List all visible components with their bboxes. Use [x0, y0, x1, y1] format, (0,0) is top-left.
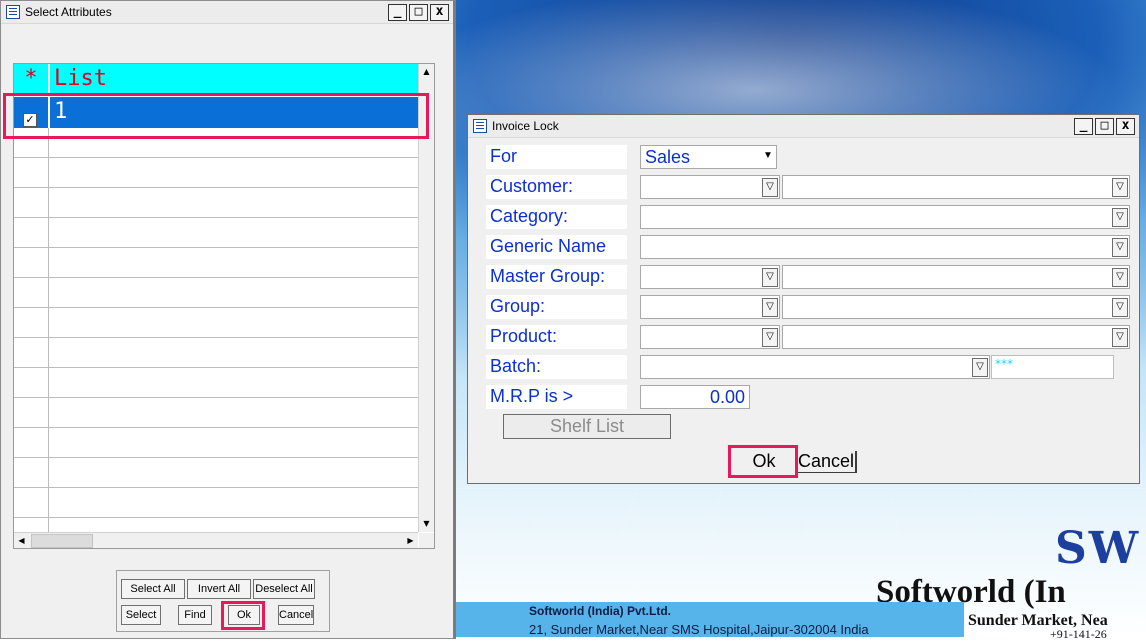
maximize-button[interactable]: □ — [1095, 118, 1114, 135]
chevron-down-icon[interactable]: ▽ — [1112, 268, 1128, 287]
grid-row-line — [14, 187, 418, 188]
grid-row-line — [14, 307, 418, 308]
status-address: 21, Sunder Market,Near SMS Hospital,Jaip… — [529, 622, 869, 637]
select-all-button[interactable]: Select All — [121, 579, 185, 599]
category-select[interactable]: ▽ — [640, 205, 1130, 229]
product-name-select[interactable]: ▽ — [782, 325, 1130, 349]
master-group-code-select[interactable]: ▽ — [640, 265, 780, 289]
row-highlight-box — [3, 93, 429, 139]
cancel-button[interactable]: Cancel — [278, 605, 314, 625]
cancel-button[interactable]: Cancel — [797, 451, 857, 473]
invoice-lock-titlebar[interactable]: Invoice Lock _ □ x — [468, 115, 1139, 138]
invert-all-button[interactable]: Invert All — [187, 579, 251, 599]
for-label: For — [486, 145, 627, 169]
chevron-down-icon[interactable]: ▽ — [1112, 238, 1128, 257]
group-name-select[interactable]: ▽ — [782, 295, 1130, 319]
chevron-down-icon[interactable]: ▽ — [1112, 298, 1128, 317]
invoice-lock-window: Invoice Lock _ □ x For Sales ▼ Customer:… — [467, 114, 1140, 484]
mrp-label: M.R.P is > — [486, 385, 627, 409]
ok-highlight-box — [728, 445, 798, 478]
horizontal-scrollbar[interactable]: ◀ ▶ — [14, 532, 418, 548]
minimize-button[interactable]: _ — [1074, 118, 1093, 135]
group-code-select[interactable]: ▽ — [640, 295, 780, 319]
generic-name-select[interactable]: ▽ — [640, 235, 1130, 259]
grid-row-line — [14, 487, 418, 488]
chevron-down-icon[interactable]: ▽ — [762, 268, 778, 287]
window-menu-icon[interactable] — [473, 119, 487, 133]
customer-name-select[interactable]: ▽ — [782, 175, 1130, 199]
master-group-label: Master Group: — [486, 265, 627, 289]
customer-label: Customer: — [486, 175, 627, 199]
brand-phone: +91-141-26 — [1050, 627, 1107, 641]
batch-label: Batch: — [486, 355, 627, 379]
chevron-down-icon[interactable]: ▽ — [762, 298, 778, 317]
grid-header-marker[interactable]: * — [14, 64, 50, 95]
grid-header-list[interactable]: List — [50, 64, 418, 95]
deselect-all-button[interactable]: Deselect All — [253, 579, 315, 599]
grid-row-line — [14, 157, 418, 158]
scroll-right-icon[interactable]: ▶ — [403, 533, 418, 548]
for-select-value: Sales — [645, 147, 691, 167]
customer-code-select[interactable]: ▽ — [640, 175, 780, 199]
select-button[interactable]: Select — [121, 605, 161, 625]
batch-select[interactable]: ▽ — [640, 355, 990, 379]
chevron-down-icon[interactable]: ▼ — [761, 148, 775, 165]
find-button[interactable]: Find — [178, 605, 212, 625]
status-company: Softworld (India) Pvt.Ltd. — [529, 604, 671, 618]
grid-row-line — [14, 367, 418, 368]
chevron-down-icon[interactable]: ▽ — [762, 328, 778, 347]
batch-info-field: *** — [991, 355, 1114, 379]
select-attributes-window: Select Attributes _ □ x * List ✓ 1 ▲ ▼ ◀… — [0, 0, 456, 639]
grid-row-line — [14, 337, 418, 338]
window-title: Invoice Lock — [492, 119, 559, 133]
for-select[interactable]: Sales ▼ — [640, 145, 777, 169]
product-code-select[interactable]: ▽ — [640, 325, 780, 349]
chevron-down-icon[interactable]: ▽ — [1112, 178, 1128, 197]
scroll-thumb[interactable] — [31, 534, 93, 548]
chevron-down-icon[interactable]: ▽ — [972, 358, 988, 377]
grid-row-line — [14, 217, 418, 218]
select-attributes-titlebar[interactable]: Select Attributes _ □ x — [1, 1, 453, 24]
scroll-down-icon[interactable]: ▼ — [419, 516, 434, 532]
window-menu-icon[interactable] — [6, 5, 20, 19]
grid-column-divider — [48, 128, 49, 532]
brand-logo: SW — [1055, 523, 1141, 574]
mrp-input[interactable]: 0.00 — [640, 385, 750, 409]
window-title: Select Attributes — [25, 5, 112, 19]
grid-row-line — [14, 427, 418, 428]
shelf-list-button[interactable]: Shelf List — [503, 414, 671, 439]
chevron-down-icon[interactable]: ▽ — [762, 178, 778, 197]
category-label: Category: — [486, 205, 627, 229]
chevron-down-icon[interactable]: ▽ — [1112, 328, 1128, 347]
maximize-button[interactable]: □ — [409, 4, 428, 21]
chevron-down-icon[interactable]: ▽ — [1112, 208, 1128, 227]
grid-row-line — [14, 517, 418, 518]
grid-row-line — [14, 457, 418, 458]
scroll-corner — [419, 533, 434, 548]
minimize-button[interactable]: _ — [388, 4, 407, 21]
generic-name-label: Generic Name — [486, 235, 627, 259]
grid-row-line — [14, 247, 418, 248]
close-button[interactable]: x — [1116, 118, 1135, 135]
status-bar: Softworld (India) Pvt.Ltd. 21, Sunder Ma… — [454, 602, 964, 637]
grid-row-line — [14, 277, 418, 278]
master-group-name-select[interactable]: ▽ — [782, 265, 1130, 289]
scroll-up-icon[interactable]: ▲ — [419, 64, 434, 80]
grid-row-line — [14, 397, 418, 398]
group-label: Group: — [486, 295, 627, 319]
scroll-left-icon[interactable]: ◀ — [14, 533, 29, 548]
ok-highlight-box — [221, 601, 265, 630]
close-button[interactable]: x — [430, 4, 449, 21]
product-label: Product: — [486, 325, 627, 349]
